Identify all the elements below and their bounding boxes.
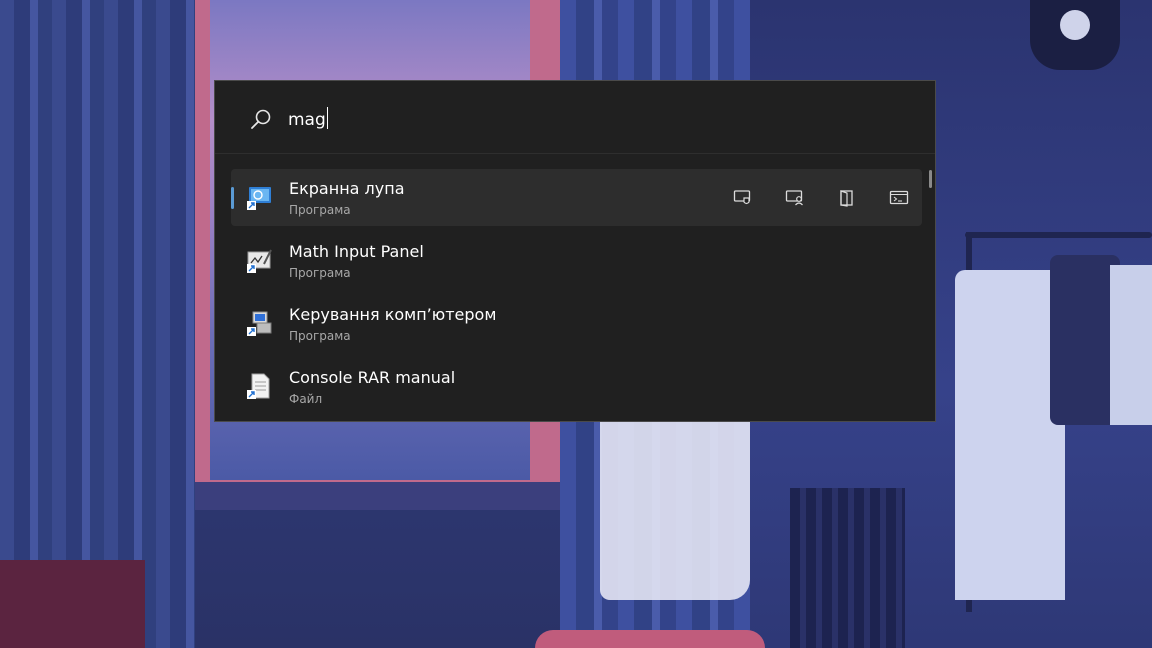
result-item-magnifier[interactable]: Екранна лупа Програма (231, 169, 922, 226)
run-as-admin-button[interactable] (728, 183, 758, 213)
result-subtitle: Програма (289, 266, 351, 280)
result-title: Console RAR manual (289, 368, 456, 387)
result-actions (728, 183, 914, 213)
document-file-icon (247, 373, 270, 399)
text-caret (326, 107, 328, 129)
result-item-computer-management[interactable]: Керування комп’ютером Програма (231, 295, 922, 352)
math-input-app-icon (247, 249, 272, 273)
result-subtitle: Програма (289, 203, 351, 217)
open-console-button[interactable] (884, 183, 914, 213)
search-bar[interactable]: mag (215, 81, 935, 154)
open-file-location-button[interactable] (832, 183, 862, 213)
results-scrollbar[interactable] (929, 170, 932, 188)
open-console-icon (889, 190, 909, 205)
result-subtitle: Програма (289, 329, 351, 343)
result-title: Math Input Panel (289, 242, 424, 261)
result-title: Керування комп’ютером (289, 305, 497, 324)
selection-accent (231, 187, 234, 209)
result-item-console-rar-manual[interactable]: Console RAR manual Файл (231, 358, 922, 415)
result-subtitle: Файл (289, 392, 323, 406)
search-input[interactable]: mag (288, 107, 328, 132)
search-query: mag (288, 110, 326, 130)
run-as-other-user-icon (785, 190, 803, 206)
magnifier-app-icon (247, 187, 271, 210)
result-title: Екранна лупа (289, 179, 405, 198)
run-as-other-user-button[interactable] (780, 183, 810, 213)
computer-management-app-icon (247, 311, 272, 336)
result-item-math-input-panel[interactable]: Math Input Panel Програма (231, 232, 922, 289)
open-file-location-icon (840, 190, 853, 207)
search-launcher-panel: mag Екранна лупа Програма Math Input Pan… (214, 80, 936, 422)
search-icon (251, 109, 271, 129)
run-as-admin-icon (733, 190, 751, 205)
